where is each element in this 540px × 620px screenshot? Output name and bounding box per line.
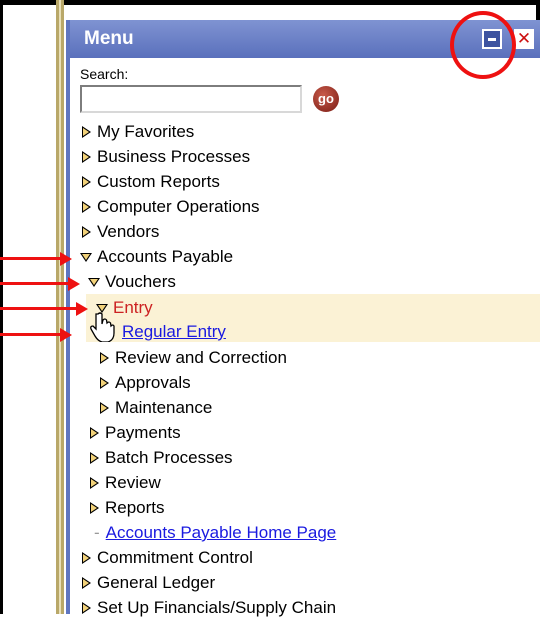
menu-title: Menu [84,28,134,49]
expand-triangle-icon [100,402,109,414]
tree-item-label: Business Processes [97,147,251,166]
expand-triangle-icon [100,377,109,389]
tree-item-set-up-financials[interactable]: Set Up Financials/Supply Chain [82,596,336,620]
expand-triangle-icon [82,176,91,188]
collapse-triangle-icon [88,277,100,287]
annotation-arrow-vouchers [0,282,70,285]
tree-item-label: General Ledger [97,573,216,592]
collapse-triangle-icon [80,252,92,262]
expand-triangle-icon [90,502,99,514]
tree-item-custom-reports[interactable]: Custom Reports [82,170,220,194]
annotation-circle [450,11,516,79]
tree-item-accounts-payable[interactable]: Accounts Payable [80,245,233,269]
expand-triangle-icon [90,427,99,439]
tree-item-label: Reports [105,498,165,517]
tree-item-my-favorites[interactable]: My Favorites [82,120,194,144]
tree-item-label: Vouchers [105,272,176,291]
hand-pointer-icon [90,312,115,342]
expand-triangle-icon [90,452,99,464]
tree-item-batch-processes[interactable]: Batch Processes [90,446,233,470]
tree-item-computer-operations[interactable]: Computer Operations [82,195,260,219]
tree-item-maintenance[interactable]: Maintenance [100,396,212,420]
go-button[interactable]: go [313,86,339,112]
leaf-dash-icon: - [94,523,100,542]
tree-item-label: Approvals [115,373,191,392]
tree-item-label: Maintenance [115,398,213,417]
tree-item-label: Vendors [97,222,160,241]
tree-item-approvals[interactable]: Approvals [100,371,191,395]
tree-item-payments[interactable]: Payments [90,421,181,445]
tree-item-label: Batch Processes [105,448,233,467]
tree-item-label: Set Up Financials/Supply Chain [97,598,337,617]
tree-item-business-processes[interactable]: Business Processes [82,145,250,169]
annotation-arrow-entry [0,307,78,310]
tree-item-label: Payments [105,423,181,442]
tree-item-review[interactable]: Review [90,471,161,495]
expand-triangle-icon [100,352,109,364]
expand-triangle-icon [82,151,91,163]
tree-item-general-ledger[interactable]: General Ledger [82,571,215,595]
tree-item-label: Custom Reports [97,172,220,191]
close-icon[interactable]: ✕ [514,29,534,49]
tree-item-label: My Favorites [97,122,195,141]
annotation-arrowhead-icon [60,252,72,266]
expand-triangle-icon [82,602,91,614]
regular-entry-link[interactable]: Regular Entry [122,322,226,342]
annotation-arrowhead-icon [60,328,72,342]
tree-item-review-and-correction[interactable]: Review and Correction [100,346,287,370]
tree-item-label: Computer Operations [97,197,260,216]
tree-item-label: Accounts Payable [97,247,234,266]
expand-triangle-icon [82,552,91,564]
expand-triangle-icon [82,201,91,213]
expand-triangle-icon [90,477,99,489]
tree-item-label: Commitment Control [97,548,253,567]
search-input[interactable] [80,85,302,113]
tree-item-commitment-control[interactable]: Commitment Control [82,546,253,570]
tree-item-regular-entry[interactable]: Regular Entry [122,320,226,344]
tree-item-label: Entry [113,298,153,317]
annotation-arrowhead-icon [68,277,80,291]
tree-item-ap-home-page[interactable]: - Accounts Payable Home Page [94,521,336,545]
search-label: Search: [80,66,129,82]
screenshot-border-top [0,0,540,5]
expand-triangle-icon [82,577,91,589]
ap-home-page-link[interactable]: Accounts Payable Home Page [106,523,337,543]
tree-item-label: Review and Correction [115,348,287,367]
annotation-arrowhead-icon [76,302,88,316]
expand-triangle-icon [82,226,91,238]
tree-item-vendors[interactable]: Vendors [82,220,159,244]
tree-item-reports[interactable]: Reports [90,496,165,520]
expand-triangle-icon [82,126,91,138]
menu-pagelet: Menu ✕ Search: go My Favorites Business … [66,20,540,617]
tree-item-vouchers[interactable]: Vouchers [88,270,176,294]
tree-item-label: Review [105,473,161,492]
annotation-arrow-regular-entry [0,333,62,336]
annotation-arrow-accounts-payable [0,257,62,260]
